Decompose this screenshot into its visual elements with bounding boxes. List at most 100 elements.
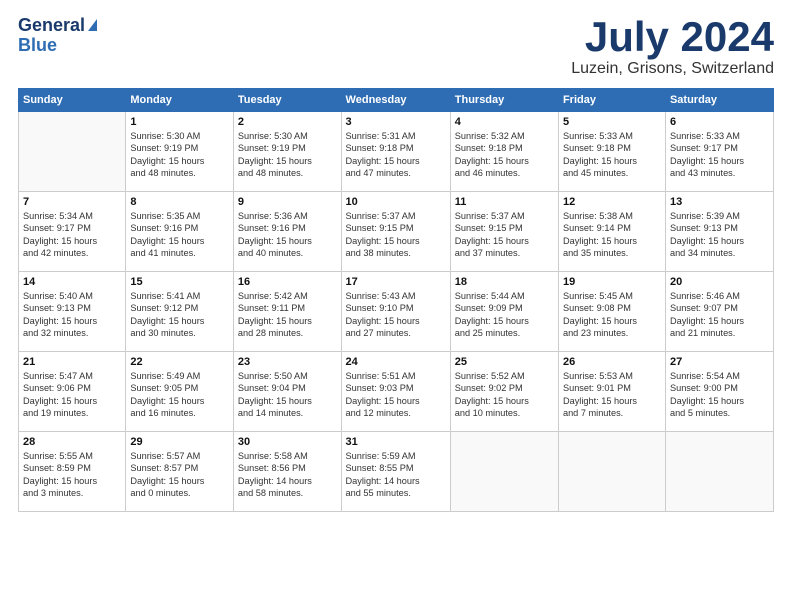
day-number: 26 bbox=[563, 356, 661, 368]
calendar-day: 29 Sunrise: 5:57 AM Sunset: 8:57 PM Dayli… bbox=[126, 432, 234, 512]
calendar-day: 25 Sunrise: 5:52 AM Sunset: 9:02 PM Dayli… bbox=[450, 352, 558, 432]
logo: General Blue bbox=[18, 16, 97, 56]
day-number: 12 bbox=[563, 196, 661, 208]
calendar-day: 18 Sunrise: 5:44 AM Sunset: 9:09 PM Dayli… bbox=[450, 272, 558, 352]
day-info: Sunrise: 5:52 AM Sunset: 9:02 PM Dayligh… bbox=[455, 370, 554, 420]
calendar-day: 14 Sunrise: 5:40 AM Sunset: 9:13 PM Dayli… bbox=[19, 272, 126, 352]
calendar-day: 1Sunrise: 5:30 AM Sunset: 9:19 PM Daylig… bbox=[126, 112, 234, 192]
calendar-day: 19 Sunrise: 5:45 AM Sunset: 9:08 PM Dayli… bbox=[558, 272, 665, 352]
weekday-header-row: Sunday Monday Tuesday Wednesday Thursday… bbox=[19, 89, 774, 112]
day-number: 28 bbox=[23, 436, 121, 448]
day-number: 13 bbox=[670, 196, 769, 208]
calendar-day: 8Sunrise: 5:35 AM Sunset: 9:16 PM Daylig… bbox=[126, 192, 234, 272]
calendar-day: 4 Sunrise: 5:32 AM Sunset: 9:18 PM Daylig… bbox=[450, 112, 558, 192]
header-thursday: Thursday bbox=[450, 89, 558, 112]
calendar-day: 3 Sunrise: 5:31 AM Sunset: 9:18 PM Daylig… bbox=[341, 112, 450, 192]
header-monday: Monday bbox=[126, 89, 234, 112]
calendar-week-row: 14 Sunrise: 5:40 AM Sunset: 9:13 PM Dayli… bbox=[19, 272, 774, 352]
day-info: Sunrise: 5:41 AM Sunset: 9:12 PM Dayligh… bbox=[130, 290, 229, 340]
day-number: 7 bbox=[23, 196, 121, 208]
day-info: Sunrise: 5:59 AM Sunset: 8:55 PM Dayligh… bbox=[346, 450, 446, 500]
day-number: 8 bbox=[130, 196, 229, 208]
day-info: Sunrise: 5:47 AM Sunset: 9:06 PM Dayligh… bbox=[23, 370, 121, 420]
day-info: Sunrise: 5:31 AM Sunset: 9:18 PM Dayligh… bbox=[346, 130, 446, 180]
day-info: Sunrise: 5:43 AM Sunset: 9:10 PM Dayligh… bbox=[346, 290, 446, 340]
calendar-day: 12 Sunrise: 5:38 AM Sunset: 9:14 PM Dayli… bbox=[558, 192, 665, 272]
day-info: Sunrise: 5:58 AM Sunset: 8:56 PM Dayligh… bbox=[238, 450, 337, 500]
calendar-week-row: 1Sunrise: 5:30 AM Sunset: 9:19 PM Daylig… bbox=[19, 112, 774, 192]
day-info: Sunrise: 5:53 AM Sunset: 9:01 PM Dayligh… bbox=[563, 370, 661, 420]
logo-general: General bbox=[18, 16, 85, 36]
calendar-day bbox=[19, 112, 126, 192]
calendar-day bbox=[450, 432, 558, 512]
day-info: Sunrise: 5:55 AM Sunset: 8:59 PM Dayligh… bbox=[23, 450, 121, 500]
day-number: 14 bbox=[23, 276, 121, 288]
day-number: 29 bbox=[130, 436, 229, 448]
calendar-day: 11Sunrise: 5:37 AM Sunset: 9:15 PM Dayli… bbox=[450, 192, 558, 272]
day-info: Sunrise: 5:40 AM Sunset: 9:13 PM Dayligh… bbox=[23, 290, 121, 340]
calendar-day: 21 Sunrise: 5:47 AM Sunset: 9:06 PM Dayli… bbox=[19, 352, 126, 432]
day-info: Sunrise: 5:37 AM Sunset: 9:15 PM Dayligh… bbox=[346, 210, 446, 260]
calendar-day: 7 Sunrise: 5:34 AM Sunset: 9:17 PM Daylig… bbox=[19, 192, 126, 272]
day-number: 17 bbox=[346, 276, 446, 288]
day-info: Sunrise: 5:32 AM Sunset: 9:18 PM Dayligh… bbox=[455, 130, 554, 180]
header-tuesday: Tuesday bbox=[233, 89, 341, 112]
day-info: Sunrise: 5:38 AM Sunset: 9:14 PM Dayligh… bbox=[563, 210, 661, 260]
calendar-day: 24 Sunrise: 5:51 AM Sunset: 9:03 PM Dayli… bbox=[341, 352, 450, 432]
day-info: Sunrise: 5:44 AM Sunset: 9:09 PM Dayligh… bbox=[455, 290, 554, 340]
day-info: Sunrise: 5:37 AM Sunset: 9:15 PM Dayligh… bbox=[455, 210, 554, 260]
calendar-day: 30 Sunrise: 5:58 AM Sunset: 8:56 PM Dayli… bbox=[233, 432, 341, 512]
day-number: 3 bbox=[346, 116, 446, 128]
calendar-day: 17 Sunrise: 5:43 AM Sunset: 9:10 PM Dayli… bbox=[341, 272, 450, 352]
day-number: 27 bbox=[670, 356, 769, 368]
day-number: 10 bbox=[346, 196, 446, 208]
day-number: 30 bbox=[238, 436, 337, 448]
day-info: Sunrise: 5:33 AM Sunset: 9:17 PM Dayligh… bbox=[670, 130, 769, 180]
calendar-day: 9 Sunrise: 5:36 AM Sunset: 9:16 PM Daylig… bbox=[233, 192, 341, 272]
day-info: Sunrise: 5:51 AM Sunset: 9:03 PM Dayligh… bbox=[346, 370, 446, 420]
day-info: Sunrise: 5:57 AM Sunset: 8:57 PM Dayligh… bbox=[130, 450, 229, 500]
day-info: Sunrise: 5:33 AM Sunset: 9:18 PM Dayligh… bbox=[563, 130, 661, 180]
day-number: 31 bbox=[346, 436, 446, 448]
day-number: 22 bbox=[130, 356, 229, 368]
day-number: 21 bbox=[23, 356, 121, 368]
day-info: Sunrise: 5:45 AM Sunset: 9:08 PM Dayligh… bbox=[563, 290, 661, 340]
calendar-day: 6 Sunrise: 5:33 AM Sunset: 9:17 PM Daylig… bbox=[665, 112, 773, 192]
calendar-week-row: 28 Sunrise: 5:55 AM Sunset: 8:59 PM Dayli… bbox=[19, 432, 774, 512]
calendar-day: 23Sunrise: 5:50 AM Sunset: 9:04 PM Dayli… bbox=[233, 352, 341, 432]
calendar-day bbox=[665, 432, 773, 512]
calendar-day: 28 Sunrise: 5:55 AM Sunset: 8:59 PM Dayli… bbox=[19, 432, 126, 512]
day-number: 18 bbox=[455, 276, 554, 288]
calendar-day: 13Sunrise: 5:39 AM Sunset: 9:13 PM Dayli… bbox=[665, 192, 773, 272]
calendar-week-row: 7 Sunrise: 5:34 AM Sunset: 9:17 PM Daylig… bbox=[19, 192, 774, 272]
day-number: 19 bbox=[563, 276, 661, 288]
day-number: 4 bbox=[455, 116, 554, 128]
month-title: July 2024 bbox=[571, 16, 774, 58]
header-friday: Friday bbox=[558, 89, 665, 112]
header: General Blue July 2024 Luzein, Grisons, … bbox=[18, 16, 774, 78]
day-number: 9 bbox=[238, 196, 337, 208]
day-number: 2 bbox=[238, 116, 337, 128]
day-number: 24 bbox=[346, 356, 446, 368]
page: General Blue July 2024 Luzein, Grisons, … bbox=[0, 0, 792, 612]
day-number: 6 bbox=[670, 116, 769, 128]
day-info: Sunrise: 5:42 AM Sunset: 9:11 PM Dayligh… bbox=[238, 290, 337, 340]
day-info: Sunrise: 5:34 AM Sunset: 9:17 PM Dayligh… bbox=[23, 210, 121, 260]
header-wednesday: Wednesday bbox=[341, 89, 450, 112]
day-number: 5 bbox=[563, 116, 661, 128]
calendar-day: 22Sunrise: 5:49 AM Sunset: 9:05 PM Dayli… bbox=[126, 352, 234, 432]
calendar-day: 2Sunrise: 5:30 AM Sunset: 9:19 PM Daylig… bbox=[233, 112, 341, 192]
calendar-day: 10 Sunrise: 5:37 AM Sunset: 9:15 PM Dayli… bbox=[341, 192, 450, 272]
day-number: 1 bbox=[130, 116, 229, 128]
calendar-day: 20Sunrise: 5:46 AM Sunset: 9:07 PM Dayli… bbox=[665, 272, 773, 352]
location: Luzein, Grisons, Switzerland bbox=[571, 60, 774, 78]
calendar-table: Sunday Monday Tuesday Wednesday Thursday… bbox=[18, 88, 774, 512]
header-saturday: Saturday bbox=[665, 89, 773, 112]
logo-blue: Blue bbox=[18, 35, 57, 55]
day-number: 16 bbox=[238, 276, 337, 288]
calendar-day: 5 Sunrise: 5:33 AM Sunset: 9:18 PM Daylig… bbox=[558, 112, 665, 192]
title-block: July 2024 Luzein, Grisons, Switzerland bbox=[571, 16, 774, 78]
day-info: Sunrise: 5:36 AM Sunset: 9:16 PM Dayligh… bbox=[238, 210, 337, 260]
calendar-day: 31 Sunrise: 5:59 AM Sunset: 8:55 PM Dayli… bbox=[341, 432, 450, 512]
day-number: 25 bbox=[455, 356, 554, 368]
